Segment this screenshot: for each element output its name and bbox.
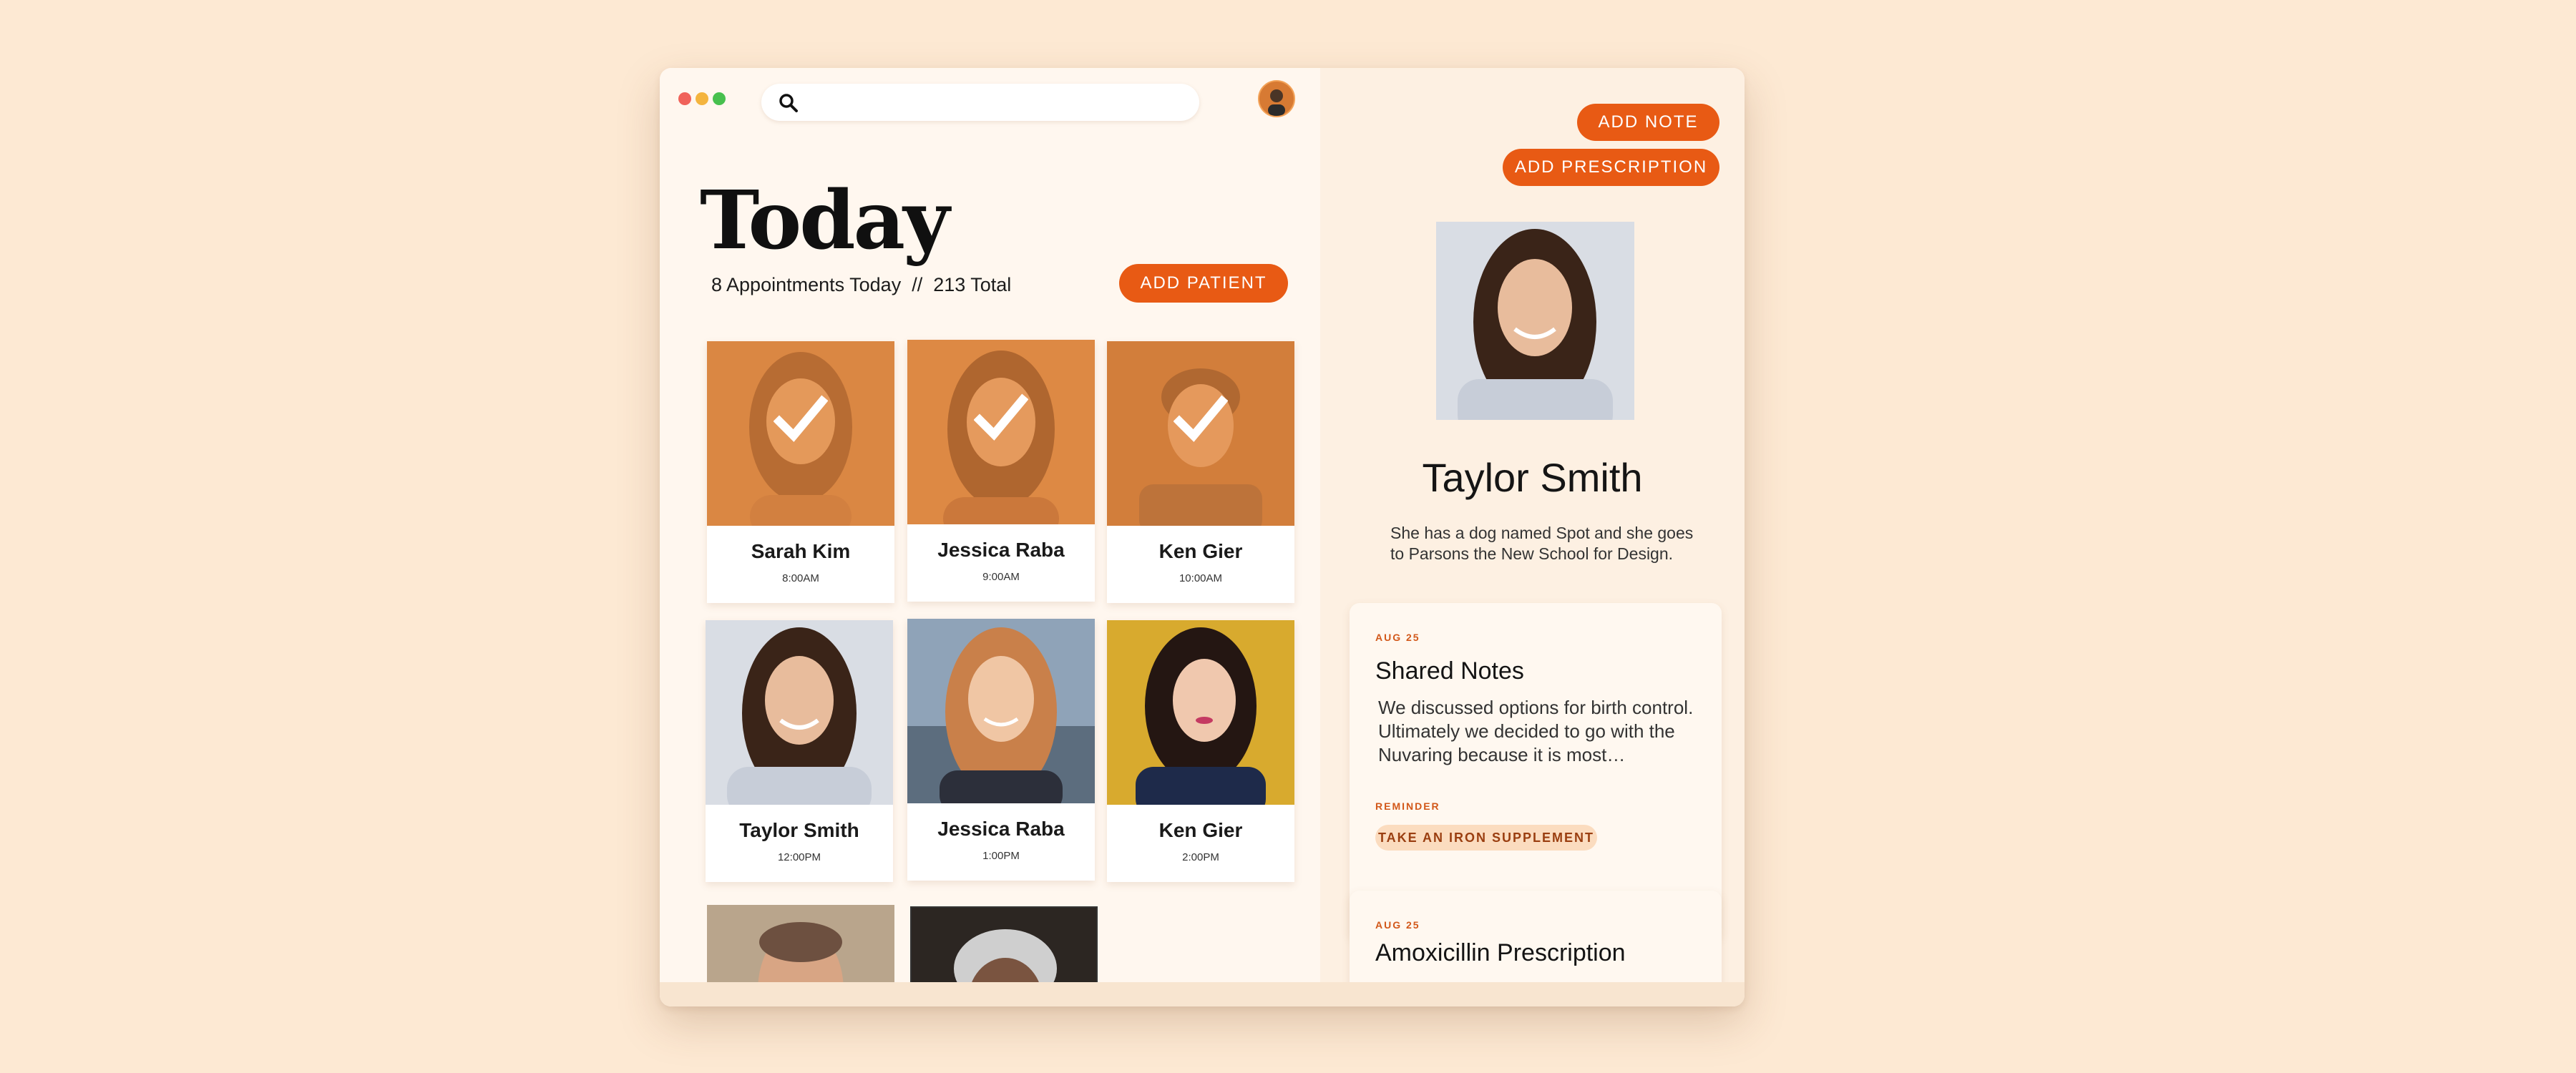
appointment-card[interactable]: Sarah Kim 8:00AM bbox=[707, 341, 894, 603]
reminder-label: REMINDER bbox=[1375, 800, 1440, 812]
note-date: AUG 25 bbox=[1375, 919, 1420, 931]
appointment-card[interactable] bbox=[707, 905, 894, 991]
reminder-tag[interactable]: TAKE AN IRON SUPPLEMENT bbox=[1375, 825, 1597, 851]
patient-photo bbox=[707, 341, 894, 526]
window-bottom-edge bbox=[660, 982, 1745, 1006]
patient-name: Jessica Raba bbox=[937, 818, 1065, 840]
user-avatar[interactable] bbox=[1258, 80, 1295, 117]
patient-photo bbox=[1107, 620, 1294, 805]
checkmark-icon bbox=[774, 395, 828, 442]
search-icon bbox=[779, 94, 798, 112]
app-window: Today 8 Appointments Today // 213 Total … bbox=[660, 68, 1745, 1006]
patient-photo bbox=[907, 340, 1095, 524]
patient-name: Taylor Smith bbox=[739, 819, 859, 841]
appointment-card[interactable]: Jessica Raba 1:00PM bbox=[907, 619, 1095, 881]
appointment-time: 8:00AM bbox=[782, 572, 819, 584]
patient-description: She has a dog named Spot and she goes to… bbox=[1390, 524, 1694, 563]
add-note-button[interactable]: ADD NOTE bbox=[1577, 104, 1719, 141]
appointment-card[interactable] bbox=[910, 906, 1098, 992]
patient-photo bbox=[907, 619, 1095, 803]
patient-name: Ken Gier bbox=[1158, 819, 1243, 841]
appointment-card[interactable]: Taylor Smith 12:00PM bbox=[706, 620, 893, 882]
page-title: Today bbox=[700, 174, 950, 268]
checkmark-icon bbox=[1174, 395, 1228, 442]
note-title: Shared Notes bbox=[1375, 657, 1524, 685]
appointment-time: 1:00PM bbox=[982, 850, 1020, 862]
appointment-card[interactable]: Ken Gier 2:00PM bbox=[1107, 620, 1294, 882]
appointments-summary: 8 Appointments Today // 213 Total bbox=[711, 274, 1012, 295]
patient-photo bbox=[1107, 341, 1294, 526]
search-input[interactable] bbox=[761, 84, 1199, 121]
appointment-card[interactable]: Ken Gier 10:00AM bbox=[1107, 341, 1294, 603]
appointment-time: 10:00AM bbox=[1179, 572, 1223, 584]
checkmark-icon bbox=[974, 393, 1028, 441]
add-prescription-button[interactable]: ADD PRESCRIPTION bbox=[1503, 149, 1719, 186]
patient-profile-photo bbox=[1436, 222, 1634, 420]
note-body: We discussed options for birth control. … bbox=[1378, 697, 1694, 765]
appointments-pane: Today 8 Appointments Today // 213 Total … bbox=[660, 68, 1320, 1006]
patient-name: Ken Gier bbox=[1158, 540, 1243, 562]
add-patient-button[interactable]: ADD PATIENT bbox=[1119, 264, 1288, 303]
patient-name: Sarah Kim bbox=[751, 540, 851, 562]
note-title: Amoxicillin Prescription bbox=[1375, 939, 1626, 966]
appointment-card[interactable]: Jessica Raba 9:00AM bbox=[907, 340, 1095, 602]
appointment-time: 2:00PM bbox=[1182, 851, 1219, 863]
note-date: AUG 25 bbox=[1375, 632, 1420, 643]
appointment-time: 9:00AM bbox=[982, 571, 1020, 583]
appointment-time: 12:00PM bbox=[777, 851, 821, 863]
patient-name-heading: Taylor Smith bbox=[1422, 455, 1643, 500]
minimize-window-button[interactable] bbox=[696, 92, 708, 105]
patient-photo bbox=[706, 620, 893, 805]
patient-name: Jessica Raba bbox=[937, 539, 1065, 561]
close-window-button[interactable] bbox=[678, 92, 691, 105]
maximize-window-button[interactable] bbox=[713, 92, 726, 105]
